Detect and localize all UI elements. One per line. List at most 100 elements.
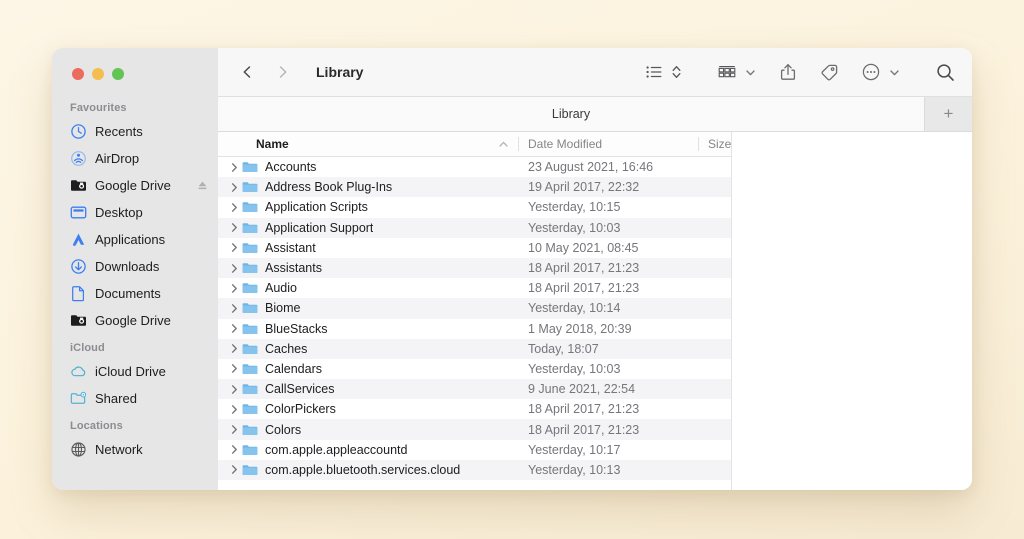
cell-name[interactable]: CallServices bbox=[218, 381, 518, 397]
folder-icon bbox=[242, 364, 258, 374]
disclosure-triangle[interactable] bbox=[226, 464, 242, 475]
table-row[interactable]: com.apple.appleaccountd Yesterday, 10:17 bbox=[218, 440, 731, 460]
sidebar-item-label: Downloads bbox=[95, 259, 160, 274]
forward-button[interactable] bbox=[270, 59, 296, 85]
close-button[interactable] bbox=[72, 68, 84, 80]
table-row[interactable]: Application Scripts Yesterday, 10:15 bbox=[218, 197, 731, 217]
group-by-button[interactable] bbox=[715, 59, 739, 85]
disclosure-chevron-icon[interactable] bbox=[230, 182, 239, 193]
table-row[interactable]: Calendars Yesterday, 10:03 bbox=[218, 359, 731, 379]
table-row[interactable]: ColorPickers 18 April 2017, 21:23 bbox=[218, 399, 731, 419]
disclosure-chevron-icon[interactable] bbox=[230, 283, 239, 294]
disclosure-triangle[interactable] bbox=[226, 424, 242, 435]
more-actions-dropdown[interactable] bbox=[886, 59, 903, 85]
table-row[interactable]: CallServices 9 June 2021, 22:54 bbox=[218, 379, 731, 400]
cell-name[interactable]: Address Book Plug-Ins bbox=[218, 179, 518, 195]
disclosure-triangle[interactable] bbox=[226, 303, 242, 314]
cell-name[interactable]: com.apple.bluetooth.services.cloud bbox=[218, 462, 518, 478]
table-row[interactable]: Application Support Yesterday, 10:03 bbox=[218, 217, 731, 238]
back-button[interactable] bbox=[234, 59, 260, 85]
sidebar-item-google-drive[interactable]: Google Drive bbox=[52, 172, 218, 199]
disclosure-chevron-icon[interactable] bbox=[230, 263, 239, 274]
column-header-date-modified[interactable]: Date Modified bbox=[518, 132, 698, 156]
sidebar-item-applications[interactable]: Applications bbox=[52, 226, 218, 253]
sidebar-item-desktop[interactable]: Desktop bbox=[52, 199, 218, 226]
cell-date-modified: 1 May 2018, 20:39 bbox=[528, 321, 632, 336]
sidebar-item-icloud-drive[interactable]: iCloud Drive bbox=[52, 358, 218, 385]
disclosure-chevron-icon[interactable] bbox=[230, 444, 239, 455]
disclosure-triangle[interactable] bbox=[226, 202, 242, 213]
cell-name[interactable]: Biome bbox=[218, 300, 518, 316]
group-by-dropdown[interactable] bbox=[742, 59, 759, 85]
more-actions-button[interactable] bbox=[859, 59, 883, 85]
table-row[interactable]: Assistants 18 April 2017, 21:23 bbox=[218, 257, 731, 279]
disclosure-triangle[interactable] bbox=[226, 222, 242, 233]
cell-name[interactable]: Colors bbox=[218, 422, 518, 438]
disclosure-chevron-icon[interactable] bbox=[230, 242, 239, 253]
sidebar-item-documents[interactable]: Documents bbox=[52, 280, 218, 307]
list-view-button[interactable] bbox=[643, 59, 665, 85]
cell-name[interactable]: Accounts bbox=[218, 159, 518, 175]
disclosure-chevron-icon[interactable] bbox=[230, 404, 239, 415]
sidebar-item-google-drive[interactable]: Google Drive bbox=[52, 307, 218, 334]
disclosure-triangle[interactable] bbox=[226, 242, 242, 253]
table-row[interactable]: com.apple.bluetooth.services.cloud Yester… bbox=[218, 459, 731, 480]
disclosure-triangle[interactable] bbox=[226, 323, 242, 334]
minimize-button[interactable] bbox=[92, 68, 104, 80]
disclosure-triangle[interactable] bbox=[226, 162, 242, 173]
table-row[interactable]: Assistant 10 May 2021, 08:45 bbox=[218, 238, 731, 258]
table-row[interactable]: Audio 18 April 2017, 21:23 bbox=[218, 278, 731, 298]
disclosure-chevron-icon[interactable] bbox=[230, 323, 239, 334]
eject-icon[interactable] bbox=[197, 180, 208, 191]
disclosure-triangle[interactable] bbox=[226, 343, 242, 354]
cell-name[interactable]: Application Support bbox=[218, 220, 518, 236]
sidebar-item-airdrop[interactable]: AirDrop bbox=[52, 145, 218, 172]
disclosure-chevron-icon[interactable] bbox=[230, 424, 239, 435]
share-button[interactable] bbox=[777, 59, 799, 85]
disclosure-chevron-icon[interactable] bbox=[230, 343, 239, 354]
maximize-button[interactable] bbox=[112, 68, 124, 80]
cell-name[interactable]: Audio bbox=[218, 280, 518, 296]
disclosure-triangle[interactable] bbox=[226, 363, 242, 374]
disclosure-chevron-icon[interactable] bbox=[230, 202, 239, 213]
disclosure-chevron-icon[interactable] bbox=[230, 384, 239, 395]
table-row[interactable]: Accounts 23 August 2021, 16:46 bbox=[218, 157, 731, 177]
new-tab-button[interactable]: + bbox=[924, 97, 972, 131]
table-row[interactable]: Colors 18 April 2017, 21:23 bbox=[218, 419, 731, 440]
disclosure-chevron-icon[interactable] bbox=[230, 363, 239, 374]
disclosure-triangle[interactable] bbox=[226, 444, 242, 455]
cell-name[interactable]: Assistant bbox=[218, 240, 518, 256]
disclosure-chevron-icon[interactable] bbox=[230, 222, 239, 233]
table-row[interactable]: Address Book Plug-Ins 19 April 2017, 22:3… bbox=[218, 177, 731, 198]
cell-name[interactable]: com.apple.appleaccountd bbox=[218, 442, 518, 458]
cell-name[interactable]: ColorPickers bbox=[218, 401, 518, 417]
disclosure-triangle[interactable] bbox=[226, 404, 242, 415]
disclosure-triangle[interactable] bbox=[226, 384, 242, 395]
sidebar-item-downloads[interactable]: Downloads bbox=[52, 253, 218, 280]
tab-library[interactable]: Library bbox=[218, 97, 924, 131]
disclosure-chevron-icon[interactable] bbox=[230, 464, 239, 475]
disclosure-triangle[interactable] bbox=[226, 182, 242, 193]
table-row[interactable]: BlueStacks 1 May 2018, 20:39 bbox=[218, 319, 731, 339]
disclosure-chevron-icon[interactable] bbox=[230, 303, 239, 314]
sort-order-button[interactable] bbox=[668, 59, 685, 85]
sidebar-item-recents[interactable]: Recents bbox=[52, 118, 218, 145]
sidebar-item-network[interactable]: Network bbox=[52, 436, 218, 463]
disclosure-triangle[interactable] bbox=[226, 283, 242, 294]
sidebar-item-shared[interactable]: Shared bbox=[52, 385, 218, 412]
column-header-size[interactable]: Size bbox=[698, 132, 731, 156]
column-header-name[interactable]: Name bbox=[218, 132, 518, 156]
cell-name[interactable]: BlueStacks bbox=[218, 321, 518, 337]
disclosure-triangle[interactable] bbox=[226, 263, 242, 274]
disclosure-chevron-icon[interactable] bbox=[230, 162, 239, 173]
search-button[interactable] bbox=[933, 59, 958, 85]
cell-name[interactable]: Caches bbox=[218, 341, 518, 357]
cell-name[interactable]: Assistants bbox=[218, 260, 518, 276]
sidebar-item-label: Applications bbox=[95, 232, 166, 247]
cell-name[interactable]: Application Scripts bbox=[218, 199, 518, 215]
cell-name[interactable]: Calendars bbox=[218, 361, 518, 377]
share-icon bbox=[780, 64, 796, 80]
table-row[interactable]: Caches Today, 18:07 bbox=[218, 338, 731, 359]
tag-button[interactable] bbox=[817, 59, 841, 85]
table-row[interactable]: Biome Yesterday, 10:14 bbox=[218, 298, 731, 319]
